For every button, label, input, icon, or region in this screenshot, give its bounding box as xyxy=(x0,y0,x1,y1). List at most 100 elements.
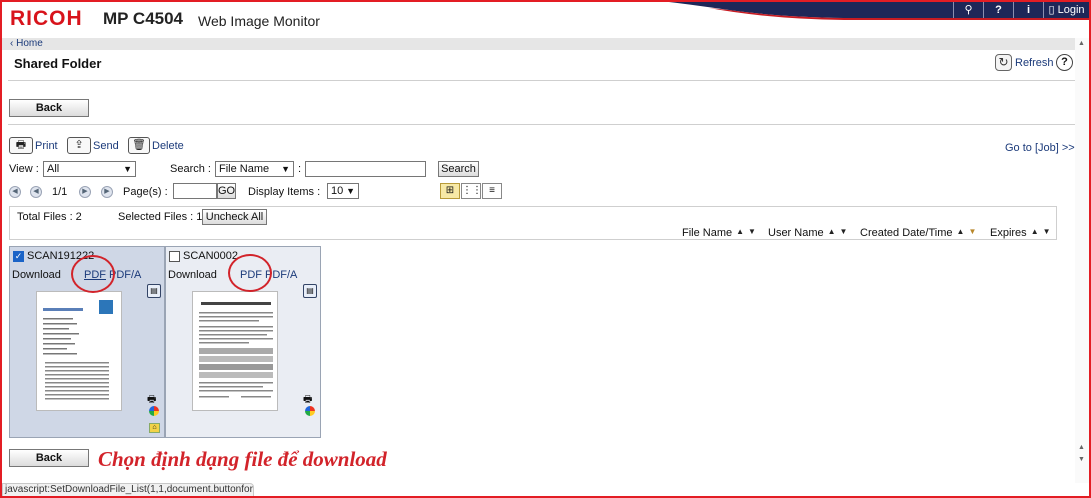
lock-icon: ⌂ xyxy=(149,423,160,433)
app-header: RICOH MP C4504 Web Image Monitor ⚲ ? i ▯… xyxy=(2,2,1089,38)
view-label: View : xyxy=(9,163,39,175)
chevron-down-icon: ▼ xyxy=(346,186,355,196)
document-thumbnail[interactable] xyxy=(192,291,278,411)
sort-column-file-name[interactable]: File Name ▲ ▼ xyxy=(682,227,756,239)
refresh-label: Refresh xyxy=(1015,56,1054,69)
sort-descending-icon[interactable]: ▼ xyxy=(748,227,756,239)
printer-icon: 🖶 xyxy=(9,137,33,154)
header-tools: ⚲ ? i ▯ Login xyxy=(953,2,1089,18)
send-button[interactable]: ⇪ Send xyxy=(67,137,119,154)
divider xyxy=(8,124,1075,125)
file-name: SCAN0002 xyxy=(183,250,239,262)
divider xyxy=(8,80,1075,81)
page-title: Shared Folder xyxy=(14,56,102,71)
door-icon: ▯ xyxy=(1048,4,1058,16)
home-link[interactable]: Home xyxy=(16,38,43,49)
previous-page-icon[interactable]: ◀ xyxy=(30,186,42,198)
file-details-icon[interactable]: ▤ xyxy=(303,284,317,298)
sort-ascending-icon[interactable]: ▲ xyxy=(828,227,836,239)
search-button[interactable]: Search xyxy=(438,161,479,177)
view-select-value: All xyxy=(47,163,60,175)
sort-column-expires[interactable]: Expires ▲ ▼ xyxy=(990,227,1051,239)
printer-icon: 🖶 xyxy=(147,394,157,405)
trash-icon: 🗑 xyxy=(128,137,150,154)
large-thumbnail-view-icon[interactable]: ⊞ xyxy=(440,183,460,199)
sort-descending-icon[interactable]: ▼ xyxy=(968,227,976,239)
file-checkbox[interactable] xyxy=(169,251,180,262)
page-number-input[interactable] xyxy=(173,183,217,199)
document-preview-image xyxy=(199,302,273,398)
refresh-button[interactable]: ↻ Refresh xyxy=(995,54,1054,71)
download-label: Download xyxy=(168,269,217,281)
display-items-label: Display Items : xyxy=(248,186,321,198)
brand-logo: RICOH xyxy=(10,7,83,30)
annotation-circle xyxy=(71,255,115,293)
go-button[interactable]: GO xyxy=(217,183,236,199)
file-details-icon[interactable]: ▤ xyxy=(147,284,161,298)
selected-files-text: Selected Files : 1 xyxy=(118,211,203,223)
printer-model: MP C4504 xyxy=(103,9,184,28)
delete-button[interactable]: 🗑 Delete xyxy=(128,137,184,154)
print-label: Print xyxy=(35,139,58,152)
login-link[interactable]: ▯ Login xyxy=(1043,2,1089,18)
last-page-icon[interactable]: ▶ xyxy=(101,186,113,198)
pages-label: Page(s) : xyxy=(123,186,168,198)
printer-icon: 🖶 xyxy=(303,394,313,405)
total-files-text: Total Files : 2 xyxy=(17,211,82,223)
view-select[interactable]: All ▼ xyxy=(43,161,136,177)
scroll-down-icon[interactable]: ▼ xyxy=(1078,456,1085,463)
back-button-top[interactable]: Back xyxy=(9,99,89,117)
delete-label: Delete xyxy=(152,139,184,152)
breadcrumb: ‹ Home xyxy=(2,38,1075,50)
sort-ascending-icon[interactable]: ▲ xyxy=(736,227,744,239)
search-icon[interactable]: ⚲ xyxy=(953,2,983,18)
column-header: Created Date/Time xyxy=(860,227,953,239)
print-button[interactable]: 🖶 Print xyxy=(9,137,58,154)
send-label: Send xyxy=(93,139,119,152)
sort-descending-icon[interactable]: ▼ xyxy=(840,227,848,239)
document-thumbnail[interactable] xyxy=(36,291,122,411)
search-field-select[interactable]: File Name ▼ xyxy=(215,161,294,177)
send-icon: ⇪ xyxy=(67,137,91,154)
scroll-up-icon[interactable]: ▲ xyxy=(1078,40,1085,47)
chevron-down-icon: ▼ xyxy=(281,164,290,174)
chevron-down-icon: ▼ xyxy=(123,164,132,174)
download-label: Download xyxy=(12,269,61,281)
help-icon[interactable]: ? xyxy=(983,2,1013,18)
search-input[interactable] xyxy=(305,161,426,177)
sort-ascending-icon[interactable]: ▲ xyxy=(1031,227,1039,239)
search-label: Search : xyxy=(170,163,211,175)
column-header: User Name xyxy=(768,227,824,239)
colon-separator: : xyxy=(298,163,302,175)
uncheck-all-button[interactable]: Uncheck All xyxy=(202,209,267,225)
sort-ascending-icon[interactable]: ▲ xyxy=(957,227,965,239)
goto-job-link[interactable]: Go to [Job] >> xyxy=(1005,142,1075,154)
file-checkbox[interactable]: ✓ xyxy=(13,251,24,262)
back-button-bottom[interactable]: Back xyxy=(9,449,89,467)
annotation-text: Chọn định dạng file để download xyxy=(98,447,387,471)
browser-status-bar: javascript:SetDownloadFile_List(1,1,docu… xyxy=(2,483,254,497)
sort-descending-icon[interactable]: ▼ xyxy=(1043,227,1051,239)
login-label: Login xyxy=(1057,4,1085,16)
color-scan-icon xyxy=(305,406,315,416)
sort-column-user-name[interactable]: User Name ▲ ▼ xyxy=(768,227,847,239)
column-header: Expires xyxy=(990,227,1027,239)
document-preview-image xyxy=(43,300,113,400)
column-header: File Name xyxy=(682,227,733,239)
info-icon[interactable]: i xyxy=(1013,2,1043,18)
display-items-value: 10 xyxy=(331,185,344,197)
sort-column-created-date[interactable]: Created Date/Time ▲ ▼ xyxy=(860,227,976,239)
page-help-icon[interactable]: ? xyxy=(1056,54,1073,71)
color-scan-icon xyxy=(149,406,159,416)
scrollbar[interactable]: ▲ ▲ ▼ xyxy=(1075,38,1089,483)
next-page-icon[interactable]: ▶ xyxy=(79,186,91,198)
display-items-select[interactable]: 10 ▼ xyxy=(327,183,359,199)
first-page-icon[interactable]: ◀ xyxy=(9,186,21,198)
list-view-icon[interactable]: ≡ xyxy=(482,183,502,199)
search-field-value: File Name xyxy=(219,163,270,175)
refresh-icon: ↻ xyxy=(995,54,1012,71)
annotation-circle xyxy=(228,254,272,292)
page-indicator: 1/1 xyxy=(52,186,68,198)
scroll-up-icon[interactable]: ▲ xyxy=(1078,444,1085,451)
small-thumbnail-view-icon[interactable]: ⋮⋮ xyxy=(461,183,482,199)
